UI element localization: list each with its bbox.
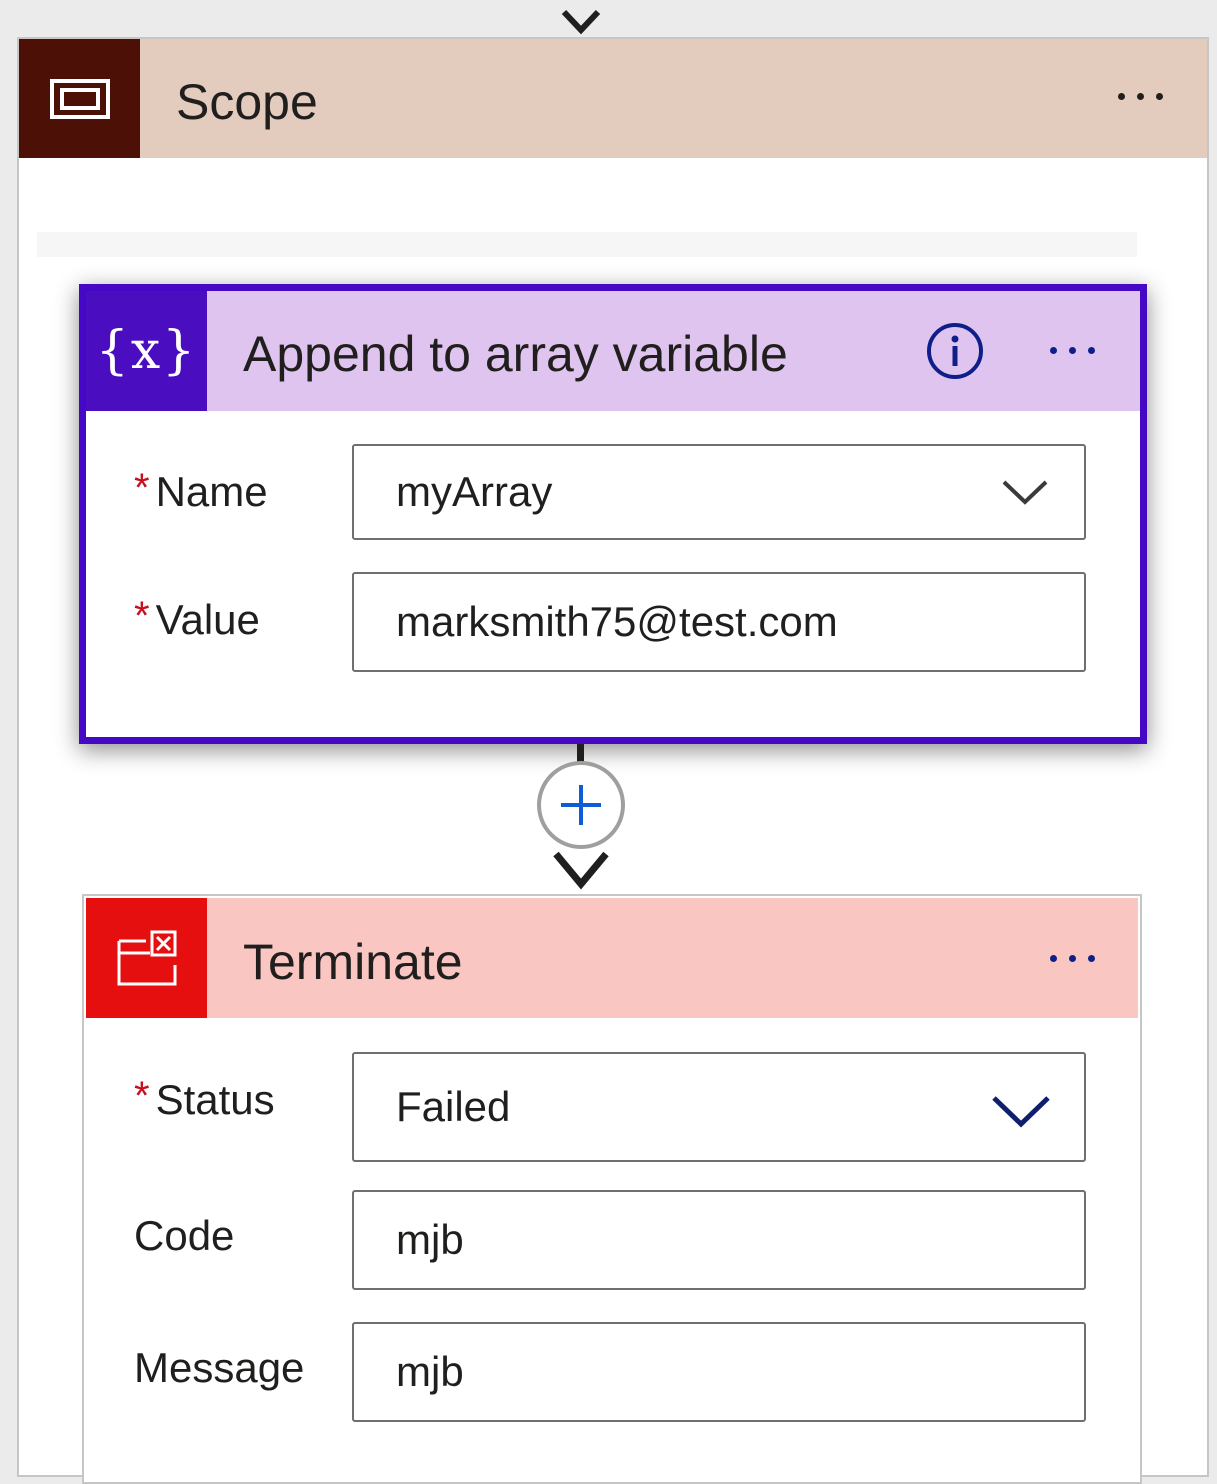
connector-arrow-icon (561, 9, 601, 35)
terminate-card-title: Terminate (243, 934, 463, 990)
insert-step-button[interactable] (537, 761, 625, 849)
name-dropdown[interactable]: myArray (352, 444, 1086, 540)
scope-icon (19, 39, 140, 158)
code-input-text: mjb (396, 1216, 464, 1263)
scope-more-options-icon[interactable] (1118, 93, 1163, 100)
terminate-icon (86, 898, 207, 1018)
required-asterisk: * (134, 466, 150, 510)
scope-title: Scope (176, 74, 318, 130)
value-label-text: Value (155, 596, 260, 643)
info-icon[interactable] (924, 320, 986, 382)
append-more-options-icon[interactable] (1050, 347, 1095, 354)
plus-icon (561, 785, 601, 825)
required-asterisk: * (134, 594, 150, 638)
code-label: Code (134, 1210, 234, 1262)
message-label: Message (134, 1342, 304, 1394)
message-label-text: Message (134, 1344, 305, 1391)
message-input-text: mjb (396, 1348, 464, 1395)
name-dropdown-value: myArray (396, 468, 553, 515)
status-label: * Status (134, 1074, 275, 1126)
variable-icon-glyph: {x} (95, 321, 198, 381)
value-input-text: marksmith75@test.com (396, 598, 838, 645)
name-label-text: Name (155, 468, 268, 515)
value-input[interactable]: marksmith75@test.com (352, 572, 1086, 672)
name-label: * Name (134, 466, 268, 518)
status-label-text: Status (155, 1076, 275, 1123)
variable-icon: {x} (86, 291, 207, 411)
chevron-down-icon (1002, 480, 1048, 505)
required-asterisk: * (134, 1074, 150, 1118)
status-dropdown[interactable]: Failed (352, 1052, 1086, 1162)
message-input[interactable]: mjb (352, 1322, 1086, 1422)
code-input[interactable]: mjb (352, 1190, 1086, 1290)
terminate-more-options-icon[interactable] (1050, 955, 1095, 962)
status-dropdown-value: Failed (396, 1083, 511, 1130)
chevron-down-icon (992, 1096, 1050, 1128)
connector-arrow-icon (553, 851, 609, 890)
value-label: * Value (134, 594, 260, 646)
scope-divider (37, 232, 1137, 257)
code-label-text: Code (134, 1212, 235, 1259)
append-card-title: Append to array variable (243, 326, 788, 382)
